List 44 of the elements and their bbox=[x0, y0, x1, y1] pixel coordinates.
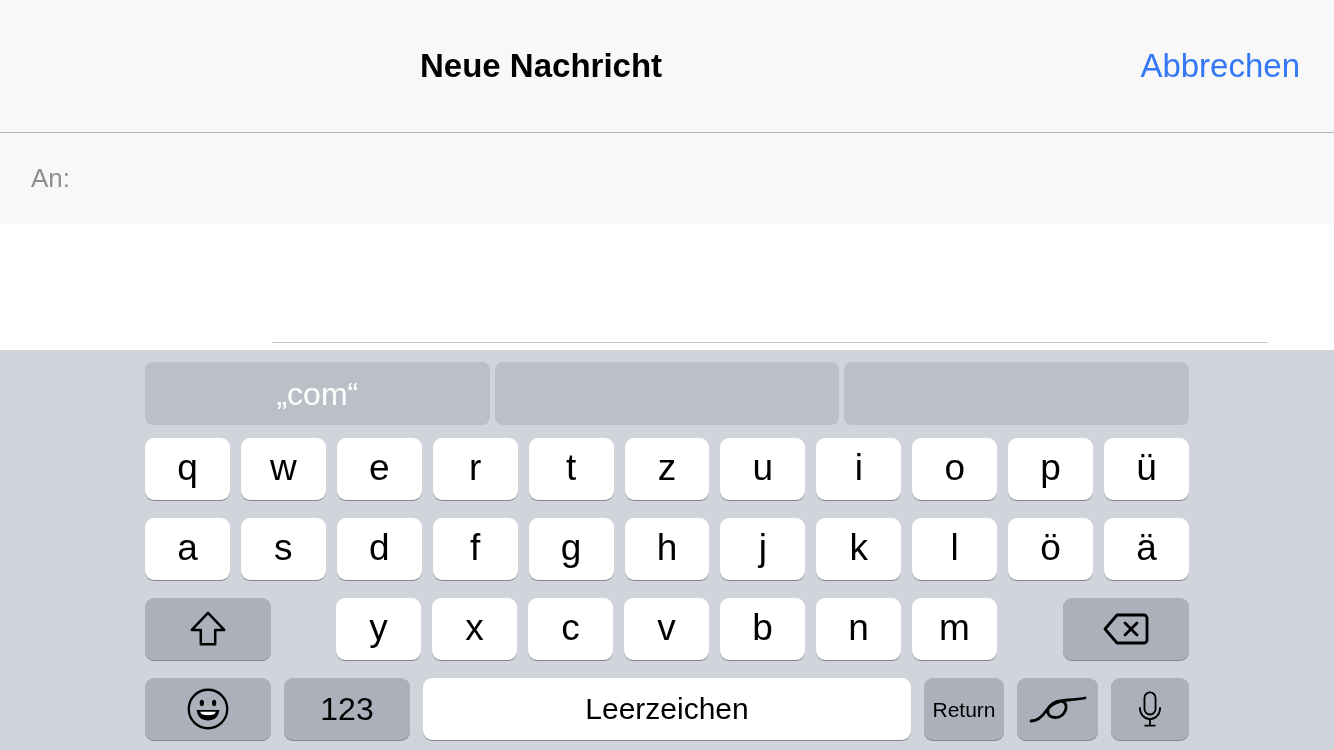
letter-key[interactable]: a bbox=[145, 518, 230, 580]
letter-key[interactable]: t bbox=[528, 438, 614, 500]
space-key[interactable]: Leerzeichen bbox=[423, 678, 911, 740]
smiley-icon bbox=[187, 688, 229, 730]
cancel-button[interactable]: Abbrechen bbox=[1140, 41, 1300, 91]
letter-key[interactable]: u bbox=[720, 438, 806, 500]
letter-key[interactable]: m bbox=[912, 598, 997, 660]
letter-key[interactable]: h bbox=[624, 518, 710, 580]
letter-key[interactable]: c bbox=[528, 598, 613, 660]
delete-key[interactable] bbox=[1063, 598, 1189, 660]
emoji-key[interactable] bbox=[145, 678, 271, 740]
letter-key[interactable]: j bbox=[720, 518, 806, 580]
letter-key[interactable]: ü bbox=[1104, 438, 1189, 500]
letter-key[interactable]: s bbox=[240, 518, 326, 580]
letter-key[interactable]: o bbox=[912, 438, 998, 500]
letter-key[interactable]: b bbox=[720, 598, 805, 660]
letter-key[interactable]: q bbox=[145, 438, 230, 500]
screen-title: Neue Nachricht bbox=[420, 46, 663, 87]
letter-key[interactable]: p bbox=[1008, 438, 1094, 500]
letter-key[interactable]: w bbox=[240, 438, 326, 500]
letter-key[interactable]: n bbox=[816, 598, 901, 660]
letter-key[interactable]: e bbox=[336, 438, 422, 500]
letter-key[interactable]: l bbox=[912, 518, 998, 580]
shift-key[interactable] bbox=[145, 598, 271, 660]
shift-icon bbox=[188, 611, 228, 647]
letter-key[interactable]: ä bbox=[1104, 518, 1189, 580]
letter-key[interactable]: ö bbox=[1008, 518, 1094, 580]
letter-key[interactable]: y bbox=[336, 598, 421, 660]
letter-key[interactable]: k bbox=[816, 518, 902, 580]
delete-icon bbox=[1103, 613, 1149, 645]
letter-key[interactable]: x bbox=[432, 598, 517, 660]
letter-key[interactable]: d bbox=[336, 518, 422, 580]
microphone-icon bbox=[1138, 690, 1162, 728]
recipient-label: An: bbox=[31, 162, 71, 195]
dictation-key[interactable] bbox=[1111, 678, 1189, 740]
letter-key[interactable]: f bbox=[432, 518, 518, 580]
letter-key[interactable]: i bbox=[816, 438, 902, 500]
handwriting-key[interactable] bbox=[1017, 678, 1098, 740]
letter-key[interactable]: z bbox=[624, 438, 710, 500]
return-key[interactable]: Return bbox=[924, 678, 1004, 740]
numbers-key[interactable]: 123 bbox=[284, 678, 410, 740]
letter-key[interactable]: v bbox=[624, 598, 709, 660]
letter-key[interactable]: r bbox=[432, 438, 518, 500]
letter-key[interactable]: g bbox=[528, 518, 614, 580]
